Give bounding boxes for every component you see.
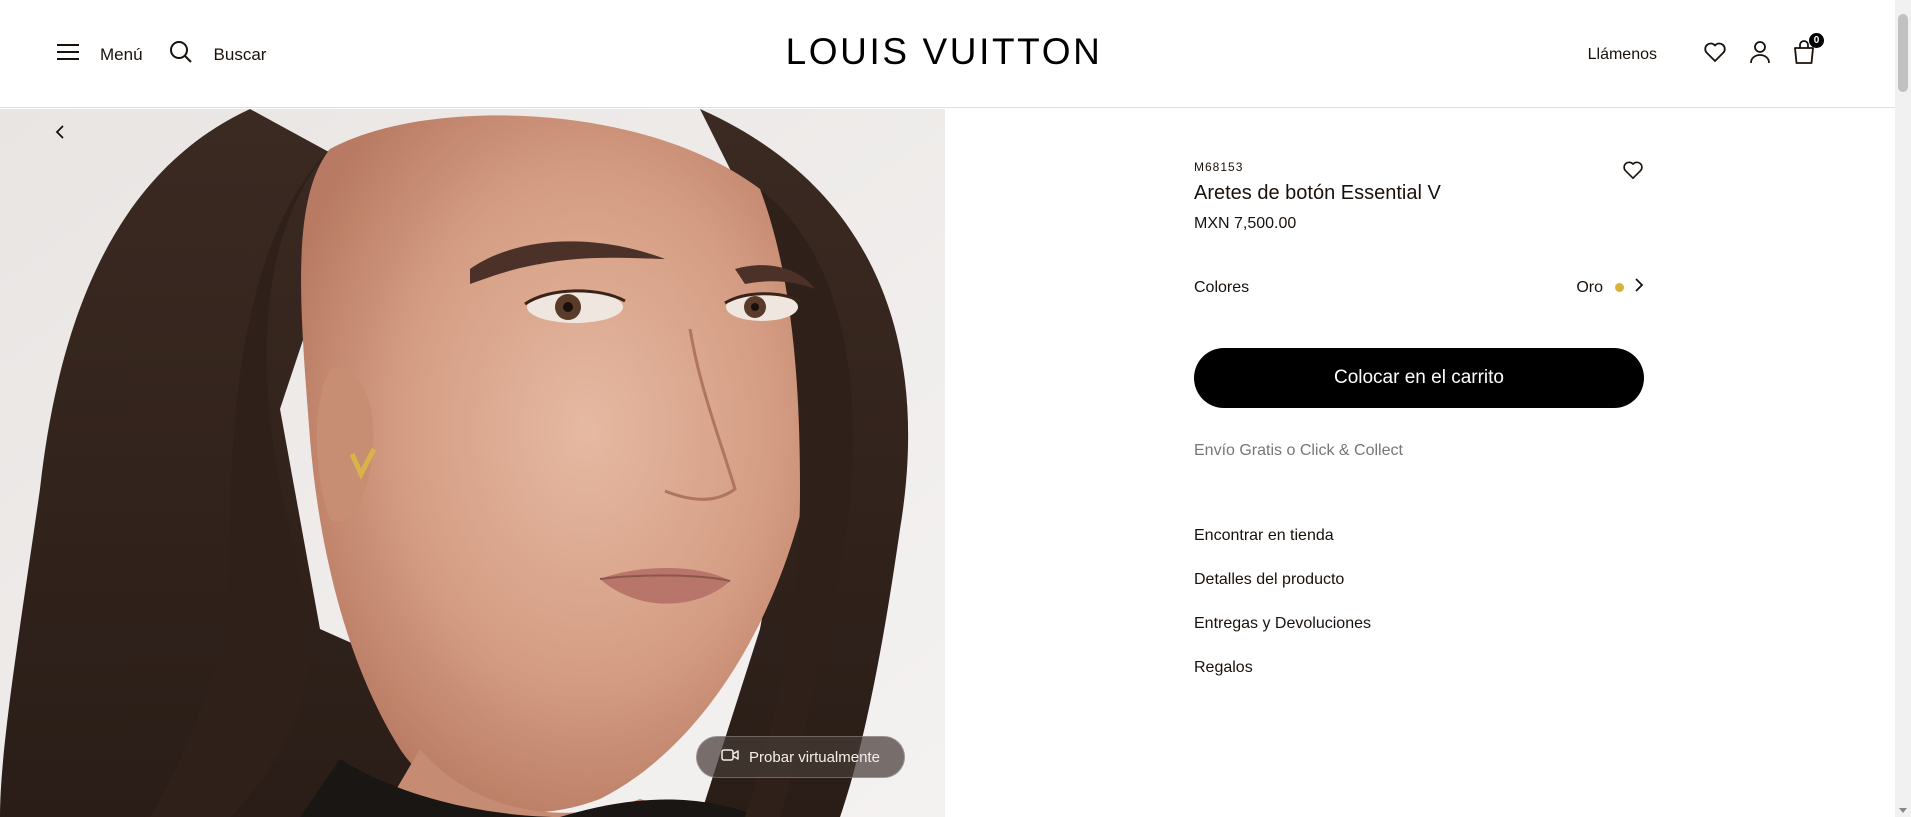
search-label: Buscar xyxy=(213,44,267,64)
color-selector[interactable]: Colores Oro xyxy=(1194,277,1644,298)
product-links-list: Encontrar en tienda Detalles del product… xyxy=(1194,526,1644,702)
menu-button[interactable]: Menú xyxy=(57,43,143,66)
search-icon xyxy=(169,40,193,69)
product-price: MXN 7,500.00 xyxy=(1194,215,1297,232)
scrollbar-thumb[interactable] xyxy=(1898,14,1908,92)
call-us-link[interactable]: Llámenos xyxy=(1588,46,1657,64)
selected-color: Oro xyxy=(1576,277,1644,298)
heart-icon xyxy=(1622,161,1644,184)
selected-color-value: Oro xyxy=(1576,278,1603,296)
product-photo xyxy=(0,109,945,817)
add-to-cart-button[interactable]: Colocar en el carrito xyxy=(1194,348,1644,408)
virtual-try-on-label: Probar virtualmente xyxy=(749,748,880,766)
product-sku: M68153 xyxy=(1194,160,1244,174)
account-button[interactable] xyxy=(1749,40,1771,69)
product-wishlist-button[interactable] xyxy=(1622,160,1644,185)
product-image-gallery[interactable]: Probar virtualmente xyxy=(0,109,945,817)
shipping-info: Envío Gratis o Click & Collect xyxy=(1194,442,1403,459)
heart-icon xyxy=(1703,41,1727,68)
page-scrollbar[interactable] xyxy=(1895,0,1911,817)
virtual-try-on-button[interactable]: Probar virtualmente xyxy=(696,736,905,778)
chevron-left-icon xyxy=(54,125,66,145)
user-icon xyxy=(1749,40,1771,69)
wishlist-button[interactable] xyxy=(1703,41,1727,68)
chevron-right-icon xyxy=(1634,277,1644,298)
brand-logo[interactable]: LOUIS VUITTON xyxy=(700,30,1188,74)
gallery-back-button[interactable] xyxy=(54,123,66,146)
search-button[interactable]: Buscar xyxy=(169,40,267,69)
product-title: Aretes de botón Essential V xyxy=(1194,182,1441,204)
camera-icon xyxy=(721,748,739,767)
menu-icon xyxy=(57,43,79,66)
header-right-group: Llámenos 0 xyxy=(1588,33,1824,69)
gifts-link[interactable]: Regalos xyxy=(1194,658,1644,702)
delivery-returns-link[interactable]: Entregas y Devoluciones xyxy=(1194,614,1644,658)
header-left-group: Menú Buscar xyxy=(57,40,266,69)
product-info-panel: M68153 Aretes de botón Essential V MXN 7… xyxy=(1194,160,1644,702)
site-header: Menú Buscar LOUIS VUITTON Llámenos 0 xyxy=(0,0,1895,108)
scroll-down-arrow-icon[interactable] xyxy=(1899,808,1907,813)
product-details-link[interactable]: Detalles del producto xyxy=(1194,570,1644,614)
cart-count-badge: 0 xyxy=(1809,33,1824,48)
color-swatch xyxy=(1615,283,1624,292)
menu-label: Menú xyxy=(100,44,143,64)
find-in-store-link[interactable]: Encontrar en tienda xyxy=(1194,526,1644,570)
cart-button[interactable]: 0 xyxy=(1793,33,1824,69)
colors-label: Colores xyxy=(1194,278,1250,296)
